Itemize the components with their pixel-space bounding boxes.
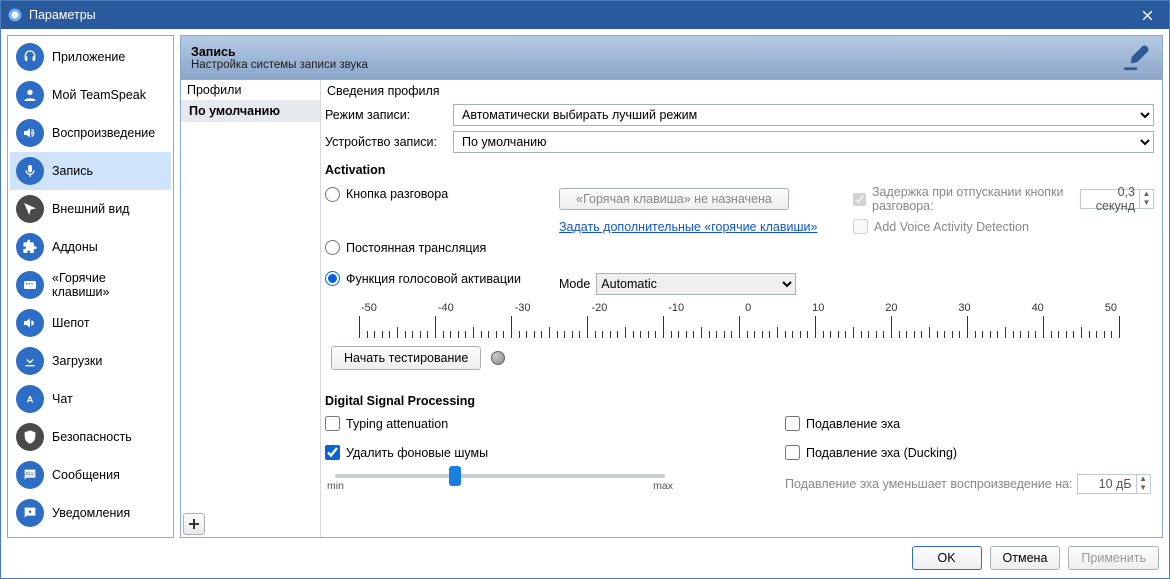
page-title: Запись <box>191 45 368 59</box>
window-title: Параметры <box>29 8 1125 22</box>
close-icon <box>1142 10 1153 21</box>
speaker-icon <box>16 119 44 147</box>
notification-icon <box>16 499 44 527</box>
more-hotkeys-link[interactable]: Задать дополнительные «горячие клавиши» <box>559 220 817 234</box>
chat-icon: A <box>16 385 44 413</box>
mic-large-icon <box>1120 42 1152 74</box>
noise-slider-thumb[interactable] <box>449 466 461 486</box>
ptt-delay-checkbox <box>853 192 866 207</box>
test-led-icon <box>491 351 505 365</box>
vad-radio[interactable]: Функция голосовой активации <box>325 271 545 286</box>
ptt-delay-label: Задержка при отпускании кнопки разговора… <box>872 185 1070 213</box>
add-profile-button[interactable] <box>183 513 205 535</box>
sidebar-item-application[interactable]: Приложение <box>10 38 171 76</box>
sidebar-item-label: Мой TeamSpeak <box>52 88 146 102</box>
sidebar-item-label: Приложение <box>52 50 125 64</box>
sidebar-item-notifications[interactable]: Уведомления <box>10 494 171 532</box>
sidebar-item-capture[interactable]: Запись <box>10 152 171 190</box>
page-header: Запись Настройка системы записи звука <box>181 36 1162 80</box>
typing-attenuation-checkbox[interactable]: Typing attenuation <box>325 416 765 431</box>
ptt-label: Кнопка разговора <box>346 187 448 201</box>
hotkey-button[interactable]: «Горячая клавиша» не назначена <box>559 188 789 210</box>
keyboard-icon <box>16 271 44 299</box>
mic-icon <box>16 157 44 185</box>
ptt-delay-value: 0,3 секунд <box>1081 185 1139 213</box>
sidebar-item-label: «Горячие клавиши» <box>52 271 165 299</box>
reduce-value: 10 дБ <box>1078 477 1136 491</box>
sidebar-item-downloads[interactable]: Загрузки <box>10 342 171 380</box>
ptt-radio-input[interactable] <box>325 187 340 202</box>
sidebar-item-label: Загрузки <box>52 354 102 368</box>
reduce-down[interactable]: ▼ <box>1136 484 1150 493</box>
close-button[interactable] <box>1125 1 1169 29</box>
ptt-delay-down[interactable]: ▼ <box>1139 199 1153 208</box>
echo-cancel-checkbox[interactable]: Подавление эха <box>785 416 1154 431</box>
vad-mode-select[interactable]: Automatic <box>596 273 796 295</box>
app-icon <box>7 7 23 23</box>
dsp-heading: Digital Signal Processing <box>325 394 1154 408</box>
message-icon: Abc <box>16 461 44 489</box>
sidebar-item-label: Внешний вид <box>52 202 129 216</box>
svg-text:Abc: Abc <box>25 472 35 478</box>
sidebar-item-whisper[interactable]: Шепот <box>10 304 171 342</box>
profiles-column: Профили По умолчанию <box>181 80 321 537</box>
begin-test-button[interactable]: Начать тестирование <box>331 346 481 370</box>
sidebar-item-addons[interactable]: Аддоны <box>10 228 171 266</box>
noise-slider[interactable]: minmax <box>325 474 765 492</box>
whisper-icon <box>16 309 44 337</box>
add-vad-checkbox <box>853 219 868 234</box>
settings-sidebar: Приложение Мой TeamSpeak Воспроизведение… <box>7 35 174 538</box>
shield-icon <box>16 423 44 451</box>
cancel-button[interactable]: Отмена <box>990 546 1061 570</box>
sidebar-item-label: Запись <box>52 164 93 178</box>
sidebar-item-label: Безопасность <box>52 430 132 444</box>
vad-radio-input[interactable] <box>325 271 340 286</box>
sidebar-item-appearance[interactable]: Внешний вид <box>10 190 171 228</box>
capture-device-label: Устройство записи: <box>325 135 447 149</box>
vad-label: Функция голосовой активации <box>346 272 521 286</box>
activation-heading: Activation <box>325 163 1154 177</box>
sidebar-item-label: Чат <box>52 392 73 406</box>
threshold-ruler: -50-40-30-20-1001020304050 <box>359 302 1119 338</box>
add-vad-label: Add Voice Activity Detection <box>874 220 1029 234</box>
capture-device-select[interactable]: По умолчанию <box>453 131 1154 153</box>
profile-default[interactable]: По умолчанию <box>181 100 320 122</box>
arrow-icon <box>16 195 44 223</box>
sidebar-item-hotkeys[interactable]: «Горячие клавиши» <box>10 266 171 304</box>
continuous-label: Постоянная трансляция <box>346 241 486 255</box>
reduce-label: Подавление эха уменьшает воспроизведение… <box>785 477 1073 491</box>
sidebar-item-label: Воспроизведение <box>52 126 155 140</box>
sidebar-item-messages[interactable]: Abc Сообщения <box>10 456 171 494</box>
mode-label: Mode <box>559 277 590 291</box>
sidebar-item-playback[interactable]: Воспроизведение <box>10 114 171 152</box>
ptt-radio[interactable]: Кнопка разговора <box>325 187 545 202</box>
page-subtitle: Настройка системы записи звука <box>191 59 368 71</box>
titlebar: Параметры <box>1 1 1169 29</box>
user-icon <box>16 81 44 109</box>
download-icon <box>16 347 44 375</box>
puzzle-icon <box>16 233 44 261</box>
headset-icon <box>16 43 44 71</box>
sidebar-item-label: Сообщения <box>52 468 120 482</box>
apply-button: Применить <box>1068 546 1159 570</box>
sidebar-item-chat[interactable]: A Чат <box>10 380 171 418</box>
remove-noise-checkbox[interactable]: Удалить фоновые шумы <box>325 445 765 460</box>
svg-text:A: A <box>27 394 34 404</box>
ok-button[interactable]: OK <box>912 546 982 570</box>
echo-ducking-checkbox[interactable]: Подавление эха (Ducking) <box>785 445 1154 460</box>
sidebar-item-my-teamspeak[interactable]: Мой TeamSpeak <box>10 76 171 114</box>
sidebar-item-label: Уведомления <box>52 506 130 520</box>
continuous-radio[interactable]: Постоянная трансляция <box>325 240 545 255</box>
sidebar-item-label: Шепот <box>52 316 90 330</box>
capture-mode-label: Режим записи: <box>325 108 447 122</box>
plus-icon <box>188 518 200 530</box>
sidebar-item-label: Аддоны <box>52 240 98 254</box>
sidebar-item-security[interactable]: Безопасность <box>10 418 171 456</box>
profiles-heading: Профили <box>181 80 320 100</box>
capture-mode-select[interactable]: Автоматически выбирать лучший режим <box>453 104 1154 126</box>
continuous-radio-input[interactable] <box>325 240 340 255</box>
details-heading: Сведения профиля <box>325 81 1154 104</box>
